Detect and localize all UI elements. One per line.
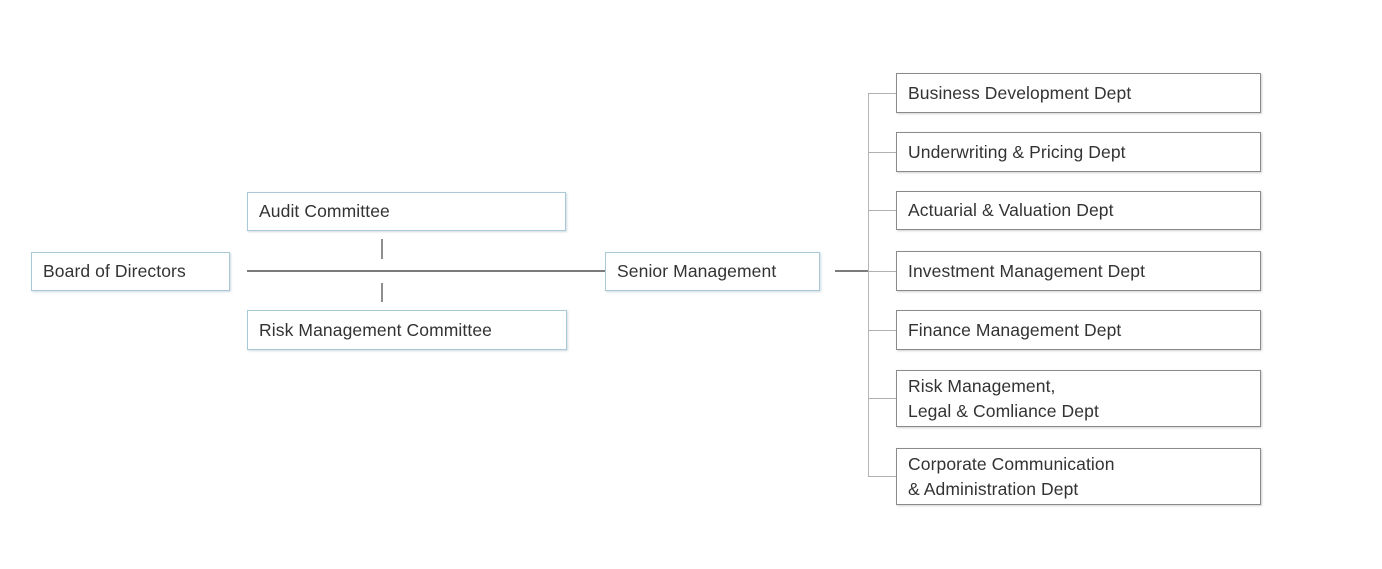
- node-department[interactable]: Business Development Dept: [896, 73, 1261, 113]
- node-senior-management-label: Senior Management: [617, 261, 777, 281]
- node-board-of-directors-label: Board of Directors: [43, 261, 186, 281]
- connector-department-stub: [868, 93, 896, 94]
- connector-board-to-senior-management: [247, 270, 605, 272]
- connector-department-stub: [868, 210, 896, 211]
- node-department-label: Finance Management Dept: [908, 319, 1122, 340]
- connector-department-stub: [868, 152, 896, 153]
- node-department-label: Corporate Communication & Administration…: [908, 453, 1115, 499]
- node-audit-committee-label: Audit Committee: [259, 201, 390, 221]
- node-audit-committee[interactable]: Audit Committee: [247, 192, 566, 231]
- node-department[interactable]: Actuarial & Valuation Dept: [896, 191, 1261, 230]
- node-risk-management-committee[interactable]: Risk Management Committee: [247, 310, 567, 350]
- node-department-label: Risk Management, Legal & Comliance Dept: [908, 375, 1099, 421]
- node-risk-management-committee-label: Risk Management Committee: [259, 319, 492, 340]
- connector-department-stub: [868, 398, 896, 399]
- connector-department-stub: [868, 330, 896, 331]
- org-chart-canvas: Board of Directors Audit Committee Risk …: [0, 0, 1382, 569]
- node-department-label: Actuarial & Valuation Dept: [908, 200, 1114, 220]
- connector-department-trunk: [868, 93, 869, 477]
- node-department-label: Business Development Dept: [908, 82, 1132, 103]
- connector-senior-management-to-trunk: [835, 270, 868, 272]
- connector-tick-risk-committee: [381, 283, 383, 302]
- node-senior-management[interactable]: Senior Management: [605, 252, 820, 291]
- connector-department-stub: [868, 271, 896, 272]
- node-department[interactable]: Underwriting & Pricing Dept: [896, 132, 1261, 172]
- node-department-label: Investment Management Dept: [908, 260, 1146, 281]
- connector-tick-audit-committee: [381, 239, 383, 259]
- node-department-label: Underwriting & Pricing Dept: [908, 141, 1126, 162]
- node-department[interactable]: Corporate Communication & Administration…: [896, 448, 1261, 505]
- node-department[interactable]: Investment Management Dept: [896, 251, 1261, 291]
- node-board-of-directors[interactable]: Board of Directors: [31, 252, 230, 291]
- connector-department-stub: [868, 476, 896, 477]
- node-department[interactable]: Finance Management Dept: [896, 310, 1261, 350]
- node-department[interactable]: Risk Management, Legal & Comliance Dept: [896, 370, 1261, 427]
